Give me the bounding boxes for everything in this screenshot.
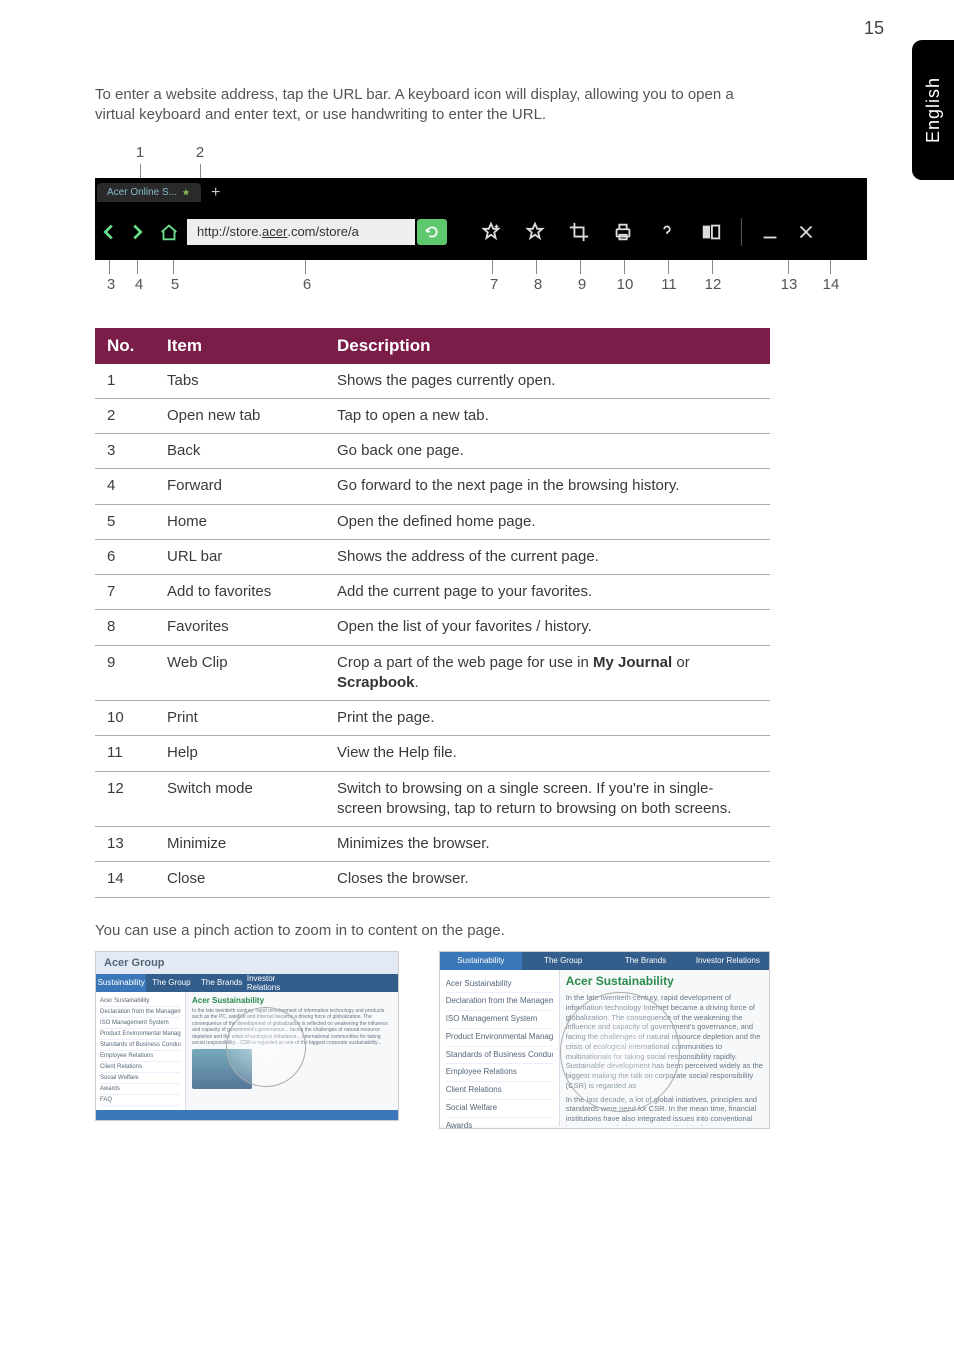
table-row: 9 Web Clip Crop a part of the web page f… [95, 645, 770, 701]
home-icon [158, 221, 180, 243]
table-row: 12Switch modeSwitch to browsing on a sin… [95, 771, 770, 827]
zoom-caption: You can use a pinch action to zoom in to… [95, 922, 770, 939]
site-tab [347, 974, 397, 992]
top-callout-rail: 1 2 [95, 144, 770, 174]
items-description-table: No. Item Description 1TabsShows the page… [95, 328, 770, 898]
url-text-prefix: http://store. [197, 224, 262, 239]
table-row: 11HelpView the Help file. [95, 736, 770, 771]
url-domain: acer [262, 224, 287, 239]
forward-button[interactable] [123, 221, 151, 243]
header-no: No. [95, 328, 155, 364]
back-button[interactable] [95, 221, 123, 243]
callout-1: 1 [130, 144, 150, 161]
callout-14: 14 [819, 276, 843, 293]
dual-screen-icon [700, 221, 722, 243]
crop-icon [568, 221, 590, 243]
header-item: Item [155, 328, 325, 364]
site-tab: The Brands [197, 974, 247, 992]
site-sidenav-large: Acer SustainabilityDeclaration from the … [440, 970, 560, 1126]
callout-8: 8 [526, 276, 550, 293]
site-tab: The Group [146, 974, 196, 992]
chevron-right-icon [126, 221, 148, 243]
callout-3: 3 [99, 276, 123, 293]
intro-paragraph: To enter a website address, tap the URL … [95, 85, 770, 126]
tab-label: Acer Online S... [107, 187, 177, 198]
callout-7: 7 [482, 276, 506, 293]
callout-4: 4 [127, 276, 151, 293]
close-icon [795, 221, 817, 243]
table-row: 8FavoritesOpen the list of your favorite… [95, 610, 770, 645]
site-tab: Investor Relations [687, 952, 769, 970]
table-row: 14CloseCloses the browser. [95, 862, 770, 897]
switch-mode-button[interactable] [689, 212, 733, 252]
favorites-button[interactable] [513, 212, 557, 252]
site-tab-sustainability: Sustainability [96, 974, 146, 992]
site-header-small: Acer Group [96, 952, 398, 974]
star-plus-icon [480, 221, 502, 243]
table-row: 2Open new tabTap to open a new tab. [95, 398, 770, 433]
url-bar[interactable]: http://store.acer.com/store/a [187, 219, 415, 245]
table-row: 4ForwardGo forward to the next page in t… [95, 469, 770, 504]
zoomed-in-panel: Sustainability The Group The Brands Inve… [439, 951, 770, 1129]
print-button[interactable] [601, 212, 645, 252]
header-description: Description [325, 328, 770, 364]
site-tab [297, 974, 347, 992]
callout-11: 11 [657, 276, 681, 293]
tab-favorite-icon [181, 188, 191, 198]
site-tab: The Brands [604, 952, 686, 970]
table-row: 13MinimizeMinimizes the browser. [95, 827, 770, 862]
star-icon [524, 221, 546, 243]
chevron-left-icon [98, 221, 120, 243]
site-sidenav-small: Acer SustainabilityDeclaration from the … [96, 992, 186, 1120]
new-tab-button[interactable]: + [205, 184, 226, 202]
home-button[interactable] [151, 221, 187, 243]
url-text-suffix: .com/store/a [287, 224, 359, 239]
callout-10: 10 [613, 276, 637, 293]
site-tab-sustainability: Sustainability [440, 952, 522, 970]
callout-9: 9 [570, 276, 594, 293]
callout-5: 5 [163, 276, 187, 293]
add-favorite-button[interactable] [469, 212, 513, 252]
table-row: 3BackGo back one page. [95, 434, 770, 469]
print-icon [612, 221, 634, 243]
magnifier-lens-icon [226, 1007, 306, 1087]
callout-13: 13 [777, 276, 801, 293]
table-row: 7Add to favoritesAdd the current page to… [95, 575, 770, 610]
minimize-button[interactable] [752, 212, 788, 252]
callout-6: 6 [295, 276, 319, 293]
site-footer [96, 1110, 398, 1120]
language-side-tab: English [912, 40, 954, 180]
help-button[interactable] [645, 212, 689, 252]
minimize-icon [759, 221, 781, 243]
table-row: 6URL barShows the address of the current… [95, 539, 770, 574]
pinch-zoom-figure: Acer Group Sustainability The Group The … [95, 951, 770, 1129]
table-row: 1TabsShows the pages currently open. [95, 364, 770, 399]
site-tab: Investor Relations [247, 974, 297, 992]
separator [741, 218, 742, 246]
language-label: English [923, 77, 944, 143]
close-button[interactable] [788, 212, 824, 252]
web-clip-button[interactable] [557, 212, 601, 252]
refresh-icon [424, 224, 440, 240]
help-icon [656, 221, 678, 243]
bottom-callout-rail: 3 4 5 6 7 8 9 10 11 12 13 14 [95, 258, 770, 298]
table-row: 10PrintPrint the page. [95, 701, 770, 736]
web-clip-desc: Crop a part of the web page for use in M… [325, 645, 770, 701]
callout-2: 2 [190, 144, 210, 161]
browser-toolbar-screenshot: Acer Online S... + http://store.acer.com… [95, 178, 867, 260]
page-number: 15 [864, 18, 884, 39]
go-button[interactable] [417, 219, 447, 245]
magnifier-lens-icon [560, 992, 680, 1112]
callout-12: 12 [701, 276, 725, 293]
site-tab: The Group [522, 952, 604, 970]
browser-tab[interactable]: Acer Online S... [97, 183, 201, 202]
zoomed-out-panel: Acer Group Sustainability The Group The … [95, 951, 399, 1121]
table-row: 5HomeOpen the defined home page. [95, 504, 770, 539]
